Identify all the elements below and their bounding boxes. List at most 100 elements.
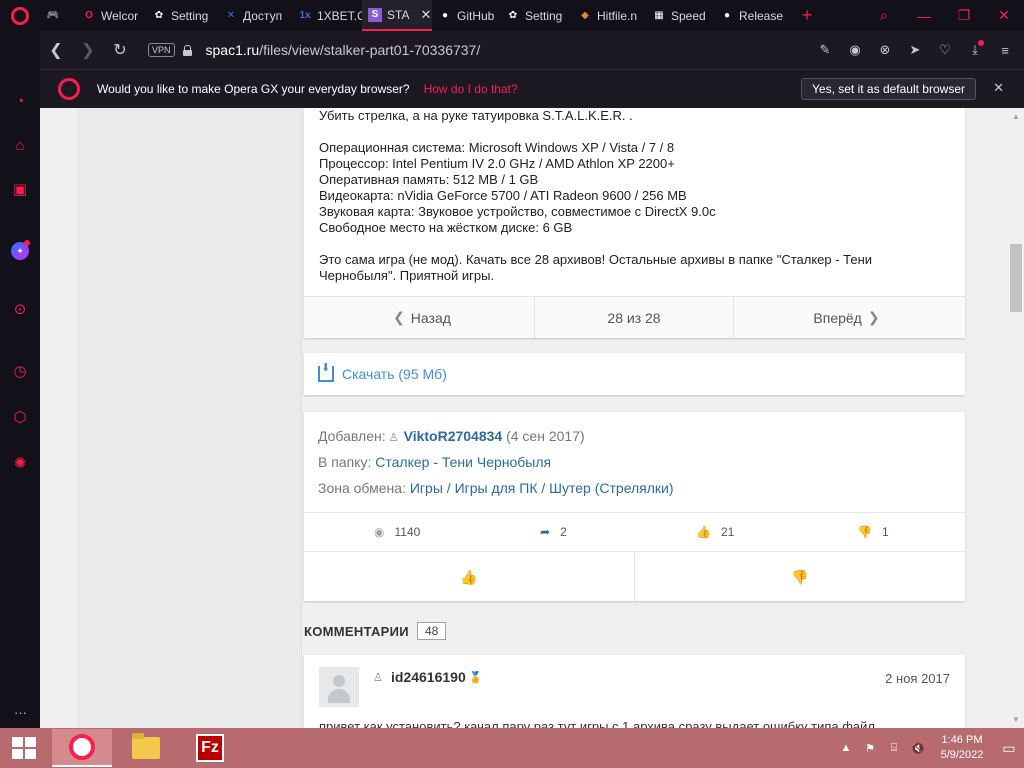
description-card: Убить стрелка, а на руке татуировка S.T.… [304,108,965,338]
like-button[interactable]: 👍 [304,553,635,601]
github-icon: ● [441,10,449,21]
bag-icon[interactable]: ⌂ [8,133,32,157]
notification-dot [24,240,30,246]
scroll-thumb[interactable] [1010,244,1022,312]
block-icon[interactable]: ⊗ [872,37,898,63]
cube-icon[interactable]: ⬡ [8,405,32,429]
default-browser-prompt: Would you like to make Opera GX your eve… [40,69,1024,108]
close-tab-icon[interactable]: ✕ [420,7,431,23]
tab-8[interactable]: ✿ Setting [500,0,572,31]
close-window-button[interactable]: ✕ [984,0,1024,31]
messenger-icon[interactable]: ✦ [8,239,32,263]
comments-title: КОММЕНТАРИИ [304,623,409,639]
taskbar-opera[interactable] [52,729,112,767]
zone-sep: / [541,480,546,496]
tab-11[interactable]: ● Release [714,0,790,31]
taskbar-explorer[interactable] [116,729,176,767]
zone-link-pc[interactable]: Игры для ПК [455,480,538,496]
history-icon[interactable]: ◷ [8,359,32,383]
folder-row: В папку: Сталкер - Тени Чернобыля [318,454,551,470]
share-icon: ➦ [540,525,551,539]
download-card[interactable]: Скачать (95 Мб) [304,353,965,395]
medal-icon: 🏅 [468,671,483,684]
scroll-down-icon[interactable]: ▼ [1012,715,1020,724]
comment-item: ♙ id24616190 🏅 2 ноя 2017 привет как устан… [304,655,965,728]
set-default-button[interactable]: Yes, set it as default browser [801,78,976,100]
opera-logo-icon [11,6,29,25]
zone-link-shooter[interactable]: Шутер (Стрелялки) [549,480,673,496]
folder-link[interactable]: Сталкер - Тени Чернобыля [375,454,551,470]
download-icon [318,361,334,382]
gear-icon[interactable]: ✺ [8,451,32,475]
tab-9[interactable]: ◆ Hitfile.n [572,0,646,31]
shares-stat[interactable]: ➦ 2 [540,525,567,539]
download-icon[interactable]: ⤓ [962,37,988,63]
lock-icon[interactable] [182,44,192,56]
thumbs-down-icon: 👎 [857,525,872,539]
scroll-up-icon[interactable]: ▲ [1012,112,1020,121]
close-icon[interactable]: ✕ [993,80,1004,96]
camera-icon[interactable]: ◉ [842,37,868,63]
next-label: Вперёд [813,309,862,326]
scrollbar[interactable]: ▲ ▼ [1008,108,1024,728]
opera-menu-button[interactable] [0,0,40,31]
restore-button[interactable]: ❐ [944,0,984,31]
avatar[interactable] [319,667,359,707]
start-button[interactable] [0,728,48,768]
minimize-button[interactable]: — [904,0,944,31]
url-field[interactable]: spac1.ru/files/view/stalker-part01-70336… [206,42,481,58]
tab-6[interactable]: S STA ✕ [362,0,432,31]
zone-link-games[interactable]: Игры [410,480,443,496]
eye-icon: ◉ [374,525,385,539]
tab-label: Hitfile.n [597,8,638,23]
1x-logo-icon: 1x [299,10,311,21]
clock[interactable]: 1:46 PM 5/9/2022 [930,733,994,763]
spec-line: Видеокарта: nVidia GeForce 5700 / ATI Ra… [319,188,687,203]
twitch-icon[interactable]: ▣ [8,177,32,201]
opera-icon: O [85,10,93,21]
edit-icon[interactable]: ✎ [812,37,838,63]
speed-gauge-icon[interactable]: ◔ [8,89,32,113]
clock-date: 5/9/2022 [940,749,984,761]
url-host: spac1.ru [205,42,260,58]
heart-icon[interactable]: ♡ [932,37,958,63]
uploader-link[interactable]: ViktoR2704834 [404,428,503,444]
filezilla-icon: Fz [196,734,224,762]
dislike-button[interactable]: 👎 [635,553,965,601]
comment-author-name: id24616190 [391,669,466,685]
send-icon[interactable]: ➤ [902,37,928,63]
network-icon[interactable]: ⌸ [882,742,906,755]
tab-10[interactable]: ▦ Speed [646,0,714,31]
forward-button[interactable]: ❯ [72,31,104,69]
notification-icon[interactable]: ▭ [994,728,1024,768]
vpn-badge[interactable]: VPN [148,43,175,57]
tab-7[interactable]: ● GitHub [432,0,500,31]
flag-icon[interactable]: ⚑ [858,742,882,755]
new-tab-button[interactable]: + [790,5,824,26]
player-icon[interactable]: ⊙ [8,297,32,321]
comments-count: 48 [416,622,447,640]
spec-line: Свободное место на жёстком диске: 6 GB [319,220,573,235]
tab-label: Speed [671,8,706,23]
menu-icon[interactable]: ≡ [992,37,1018,63]
chevron-up-icon[interactable]: ▲ [834,742,858,754]
download-link[interactable]: Скачать (95 Мб) [342,366,447,382]
tab-5[interactable]: 1x 1XBET.C [292,0,362,31]
next-button[interactable]: Вперёд ❯ [734,297,965,338]
reload-button[interactable]: ↻ [104,31,136,69]
tab-4[interactable]: ✕ Доступ [218,0,292,31]
taskbar-filezilla[interactable]: Fz [180,729,240,767]
download-badge [978,40,984,46]
search-tabs-icon[interactable]: ⌕ [864,0,904,31]
prev-button[interactable]: ❮ Назад [304,297,535,338]
tab-2[interactable]: O Welcor [76,0,146,31]
how-link[interactable]: How do I do that? [424,82,518,96]
back-button[interactable]: ❮ [40,31,72,69]
tab-3[interactable]: ✿ Setting [146,0,218,31]
comment-author[interactable]: ♙ id24616190 🏅 [370,669,482,685]
sidebar: ◔ ⌂ ▣ ✦ ⊙ ◷ ⬡ ✺ ··· [0,31,40,728]
zone-sep: / [446,480,451,496]
more-icon[interactable]: ··· [14,705,27,720]
volume-muted-icon[interactable]: 🔇 [906,742,930,755]
tab-1[interactable]: 🎮 [40,0,76,31]
